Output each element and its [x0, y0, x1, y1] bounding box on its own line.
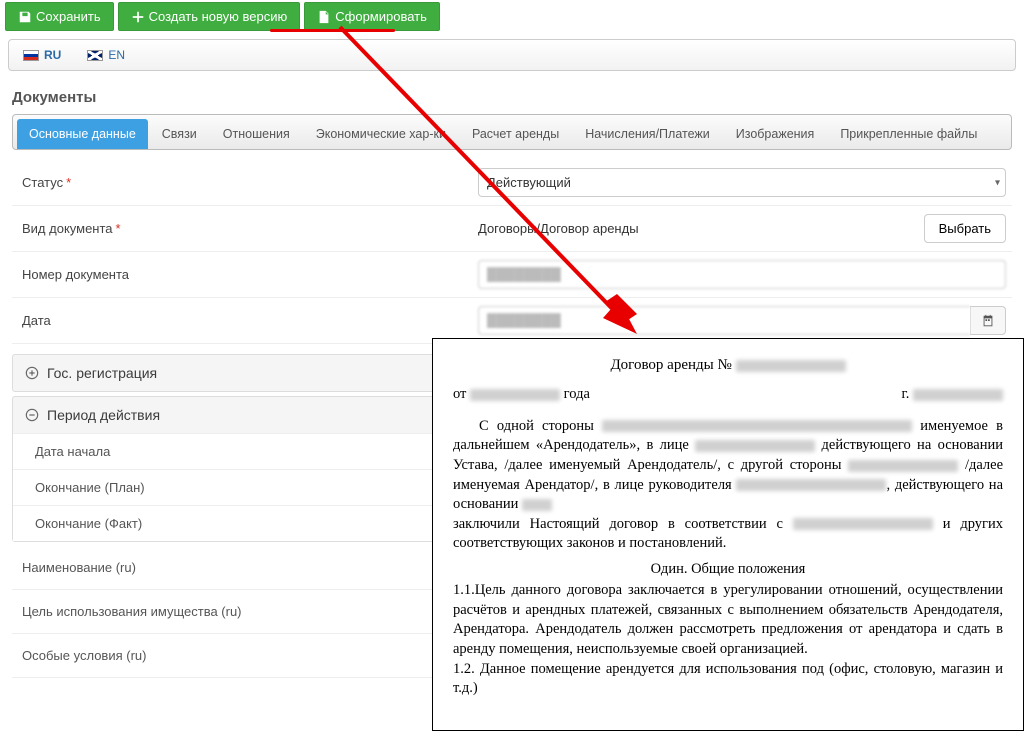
save-button[interactable]: Сохранить — [5, 2, 114, 31]
end-plan-label: Окончание (План) — [31, 480, 145, 495]
save-icon — [18, 10, 32, 24]
tab-charges[interactable]: Начисления/Платежи — [573, 119, 722, 149]
generate-label: Сформировать — [335, 9, 427, 24]
row-docnum: Номер документа — [12, 252, 1012, 298]
end-fact-label: Окончание (Факт) — [31, 516, 142, 531]
doc-clause-1-1: 1.1.Цель данного договора заключается в … — [453, 581, 1003, 659]
tab-main-data[interactable]: Основные данные — [17, 119, 148, 149]
row-status: Статус* Действующий ▾ — [12, 160, 1012, 206]
generate-button[interactable]: Сформировать — [304, 2, 440, 31]
plus-circle-icon — [25, 366, 39, 380]
date-label: Дата — [18, 313, 478, 328]
language-bar: RU EN — [8, 39, 1016, 71]
tab-economics[interactable]: Экономические хар-ки — [304, 119, 458, 149]
new-version-button[interactable]: Создать новую версию — [118, 2, 301, 31]
status-select[interactable]: Действующий — [478, 168, 1006, 197]
start-date-label: Дата начала — [31, 444, 110, 459]
flag-ru-icon — [23, 50, 39, 61]
doc-section-1: Один. Общие положения — [453, 560, 1003, 580]
tab-attachments[interactable]: Прикрепленные файлы — [828, 119, 989, 149]
status-label: Статус* — [18, 175, 478, 190]
save-label: Сохранить — [36, 9, 101, 24]
calendar-icon — [981, 314, 995, 328]
highlight-underline — [270, 29, 395, 32]
doc-body: С одной стороны x именуемое в дальнейшем… — [453, 417, 1003, 699]
lang-en-label: EN — [108, 48, 125, 62]
lang-en[interactable]: EN — [83, 46, 129, 64]
tab-images[interactable]: Изображения — [724, 119, 827, 149]
section-title: Документы — [12, 89, 1012, 106]
flag-en-icon — [87, 50, 103, 61]
docnum-label: Номер документа — [18, 267, 478, 282]
new-version-label: Создать новую версию — [149, 9, 288, 24]
status-select-wrap: Действующий ▾ — [478, 168, 1006, 197]
calendar-button[interactable] — [970, 306, 1006, 335]
plus-icon — [131, 10, 145, 24]
tabs-bar: Основные данные Связи Отношения Экономич… — [12, 114, 1012, 150]
tab-links[interactable]: Связи — [150, 119, 209, 149]
doc-header-line: от xxxx года г. xxxx — [453, 385, 1003, 405]
doctype-label: Вид документа* — [18, 221, 478, 236]
choose-button[interactable]: Выбрать — [924, 214, 1006, 243]
panel-gosreg-title: Гос. регистрация — [47, 365, 157, 381]
docnum-input[interactable] — [478, 260, 1006, 289]
top-toolbar: Сохранить Создать новую версию Сформиров… — [0, 0, 1024, 31]
document-preview: Договор аренды № xxxxxxxx от xxxx года г… — [432, 338, 1024, 731]
date-input[interactable] — [478, 306, 970, 335]
form: Статус* Действующий ▾ Вид документа* Дог… — [12, 160, 1012, 344]
doc-title: Договор аренды № xxxxxxxx — [453, 355, 1003, 375]
minus-circle-icon — [25, 408, 39, 422]
tab-rent-calc[interactable]: Расчет аренды — [460, 119, 571, 149]
lang-ru[interactable]: RU — [19, 46, 65, 64]
doctype-value: Договоры/Договор аренды — [478, 221, 918, 236]
document-icon — [317, 10, 331, 24]
row-doctype: Вид документа* Договоры/Договор аренды В… — [12, 206, 1012, 252]
panel-period-title: Период действия — [47, 407, 160, 423]
doc-clause-1-2: 1.2. Данное помещение арендуется для исп… — [453, 660, 1003, 699]
tab-relations[interactable]: Отношения — [211, 119, 302, 149]
lang-ru-label: RU — [44, 48, 61, 62]
